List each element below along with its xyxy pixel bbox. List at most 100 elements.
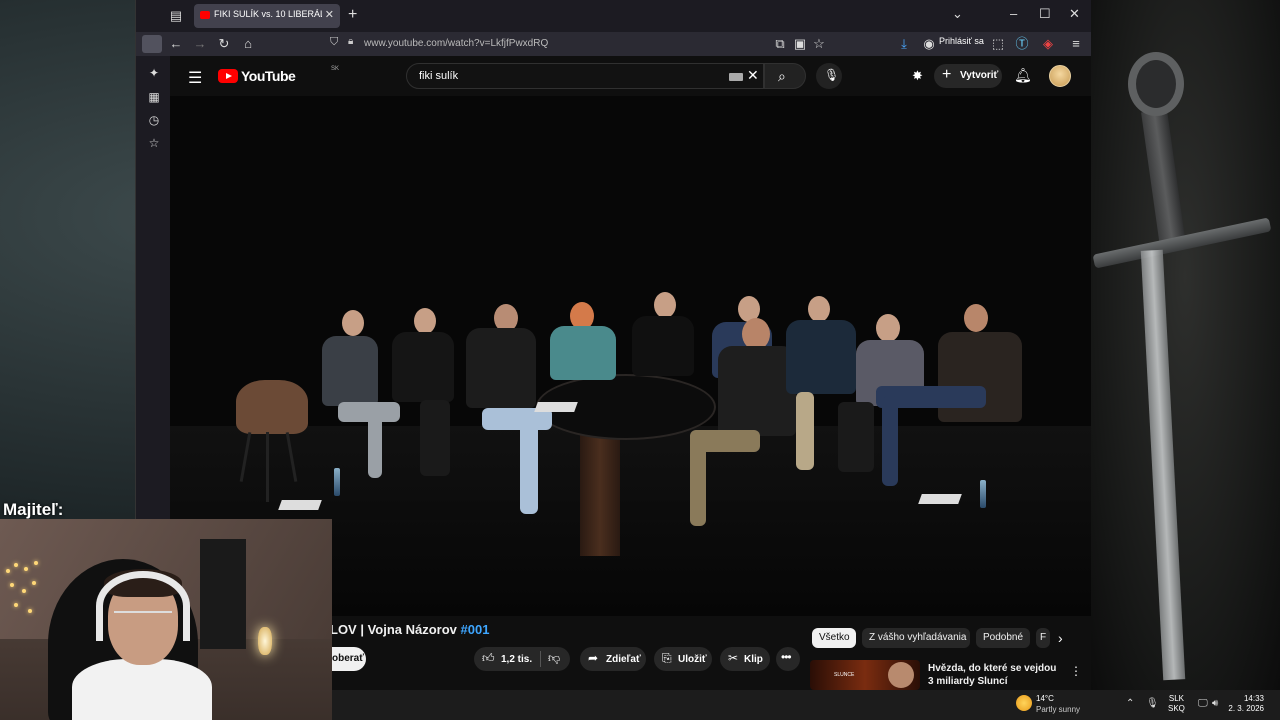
webcam-overlay xyxy=(0,519,332,720)
bookmark-star-icon[interactable]: ☆ xyxy=(811,36,827,52)
search-input[interactable]: fiki sulík ✕ xyxy=(406,63,764,89)
youtube-header: ☰ YouTube SK fiki sulík ✕ ⌕ 🎙︎ ✸ + Vytvo… xyxy=(170,56,1091,96)
weather-condition[interactable]: Partly sunny xyxy=(1036,705,1080,714)
reload-icon[interactable]: ↻ xyxy=(216,36,232,52)
paper-sheet xyxy=(918,494,962,504)
chip-all[interactable]: Všetko xyxy=(812,628,856,648)
thumbs-up-icon[interactable]: 👍︎ xyxy=(482,651,495,666)
language-indicator[interactable]: SLK SKQ xyxy=(1168,694,1185,714)
clock[interactable]: 14:33 2. 3. 2026 xyxy=(1228,694,1264,714)
maximize-icon[interactable]: ☐ xyxy=(1039,6,1051,22)
youtube-favicon xyxy=(200,11,210,19)
keyboard-icon[interactable] xyxy=(729,73,743,81)
history-icon[interactable]: ◷ xyxy=(147,113,161,127)
subscribe-label: oberať xyxy=(332,653,365,664)
lock-icon[interactable]: 🔒︎ xyxy=(348,36,353,47)
translate-extension-icon[interactable]: Ⓣ xyxy=(1014,36,1030,52)
paper-sheet xyxy=(534,402,578,412)
scissors-icon: ✂ xyxy=(728,651,739,665)
water-bottle xyxy=(980,480,986,508)
extensions-icon[interactable]: ⬚ xyxy=(990,36,1006,52)
taskbar: 14°C Partly sunny ⌃ 🎙︎ SLK SKQ 🖵︎ 🔊︎ 14:3… xyxy=(332,690,1280,720)
more-actions-button[interactable]: ••• xyxy=(776,647,800,671)
headphones xyxy=(96,571,190,641)
youtube-region: SK xyxy=(331,66,340,72)
create-button[interactable]: + Vytvoriť xyxy=(934,64,1002,88)
network-icon[interactable]: 🖵︎ xyxy=(1198,698,1208,709)
paper-sheet xyxy=(278,500,322,510)
synced-tabs-icon[interactable]: ▦ xyxy=(147,90,161,104)
tab-bar: ▤ FIKI SULÍK vs. 10 LIBERÁLOV | V... ✕ +… xyxy=(136,0,1091,32)
chair-leg xyxy=(266,432,269,502)
tab-list-icon[interactable]: ▤ xyxy=(168,8,184,24)
recommendation-title[interactable]: Hvězda, do které se vejdou 3 miliardy Sl… xyxy=(928,662,1060,688)
save-label: Uložiť xyxy=(678,654,707,665)
voice-search-button[interactable]: 🎙︎ xyxy=(816,63,842,89)
close-icon[interactable]: ✕ xyxy=(325,8,334,21)
sparkle-icon[interactable]: ✦ xyxy=(147,66,161,80)
screenshot-icon[interactable]: ⧉ xyxy=(772,36,788,52)
clear-search-icon[interactable]: ✕ xyxy=(747,67,759,84)
window-close-icon[interactable]: ✕ xyxy=(1069,6,1080,22)
plus-icon: + xyxy=(942,66,952,83)
thumbnail-face xyxy=(888,662,914,688)
search-icon: ⌕ xyxy=(778,68,786,84)
back-icon[interactable]: ← xyxy=(168,36,184,52)
search-value[interactable]: fiki sulík xyxy=(419,70,458,82)
plus-icon[interactable]: + xyxy=(348,6,357,24)
search-button[interactable]: ⌕ xyxy=(764,63,806,89)
hashtag-link[interactable]: #001 xyxy=(461,622,490,637)
empty-chair xyxy=(236,380,308,434)
youtube-play-icon xyxy=(218,69,238,83)
share-button[interactable]: ➦ Zdieľať xyxy=(580,647,646,671)
mic-icon: 🎙︎ xyxy=(824,68,840,82)
wallpaper-sword-pommel xyxy=(1128,52,1184,116)
thumbnail-label: SLUNCE xyxy=(834,672,855,678)
chevron-down-icon[interactable]: ⌄ xyxy=(952,6,963,22)
chevron-up-icon[interactable]: ⌃ xyxy=(1126,698,1134,709)
url-text[interactable]: www.youtube.com/watch?v=LkfjfPwxdRQ xyxy=(364,38,548,49)
chip-more[interactable]: F xyxy=(1036,628,1050,648)
weather-temperature[interactable]: 14°C xyxy=(1036,694,1054,703)
address-bar[interactable]: ⛉ 🔒︎ www.youtube.com/watch?v=LkfjfPwxdRQ xyxy=(322,34,832,54)
sidebar-toggle-icon[interactable] xyxy=(142,35,162,53)
shield-icon[interactable]: ⛉ xyxy=(330,36,338,49)
more-vert-icon[interactable]: ⋮ xyxy=(1070,664,1082,678)
hamburger-icon[interactable]: ☰ xyxy=(188,68,202,88)
nav-bar: ← → ↻ ⌂ ⛉ 🔒︎ www.youtube.com/watch?v=Lkf… xyxy=(136,32,1091,56)
clothing-rack xyxy=(200,539,246,649)
reader-icon[interactable]: ▣ xyxy=(792,36,808,52)
forward-icon[interactable]: → xyxy=(192,36,208,52)
share-label: Zdieľať xyxy=(606,654,641,665)
clip-button[interactable]: ✂ Klip xyxy=(720,647,770,671)
recommendation-thumbnail[interactable]: SLUNCE xyxy=(810,660,920,690)
avatar[interactable] xyxy=(1049,65,1071,87)
subscribe-button[interactable]: oberať xyxy=(330,647,366,671)
account-icon[interactable]: ◉ xyxy=(922,36,936,52)
like-count[interactable]: 1,2 tis. xyxy=(501,654,532,665)
ublock-extension-icon[interactable]: ◈ xyxy=(1040,36,1056,52)
chip-related[interactable]: Podobné xyxy=(976,628,1030,648)
menu-icon[interactable]: ≡ xyxy=(1068,36,1084,52)
thumbs-down-icon[interactable]: 👎︎ xyxy=(548,651,560,666)
mic-tray-icon[interactable]: 🎙︎ xyxy=(1146,698,1159,709)
chip-from-search[interactable]: Z vášho vyhľadávania xyxy=(862,628,970,648)
create-label: Vytvoriť xyxy=(960,70,999,81)
wallpaper-right xyxy=(1090,0,1280,690)
youtube-logo-text: YouTube xyxy=(241,68,296,84)
volume-icon[interactable]: 🔊︎ xyxy=(1212,698,1218,709)
bell-icon[interactable]: 🔔︎ xyxy=(1014,67,1032,84)
studio-icon[interactable]: ✸ xyxy=(912,68,923,84)
download-icon[interactable]: ⤓ xyxy=(896,36,912,52)
weather-icon[interactable] xyxy=(1016,695,1032,711)
bookmarks-icon[interactable]: ☆ xyxy=(147,136,161,150)
minimize-icon[interactable]: – xyxy=(1010,6,1017,21)
home-icon[interactable]: ⌂ xyxy=(240,36,256,52)
browser-tab[interactable]: FIKI SULÍK vs. 10 LIBERÁLOV | V... ✕ xyxy=(194,4,340,28)
chevron-right-icon[interactable]: › xyxy=(1058,630,1063,646)
save-button[interactable]: ⎘ Uložiť xyxy=(654,647,712,671)
save-icon: ⎘ xyxy=(662,651,672,665)
like-dislike-group: 👍︎ 1,2 tis. 👎︎ xyxy=(474,647,570,671)
video-title: LOV | Vojna Názorov #001 xyxy=(330,622,490,637)
login-button[interactable]: Prihlásiť sa xyxy=(939,36,984,46)
